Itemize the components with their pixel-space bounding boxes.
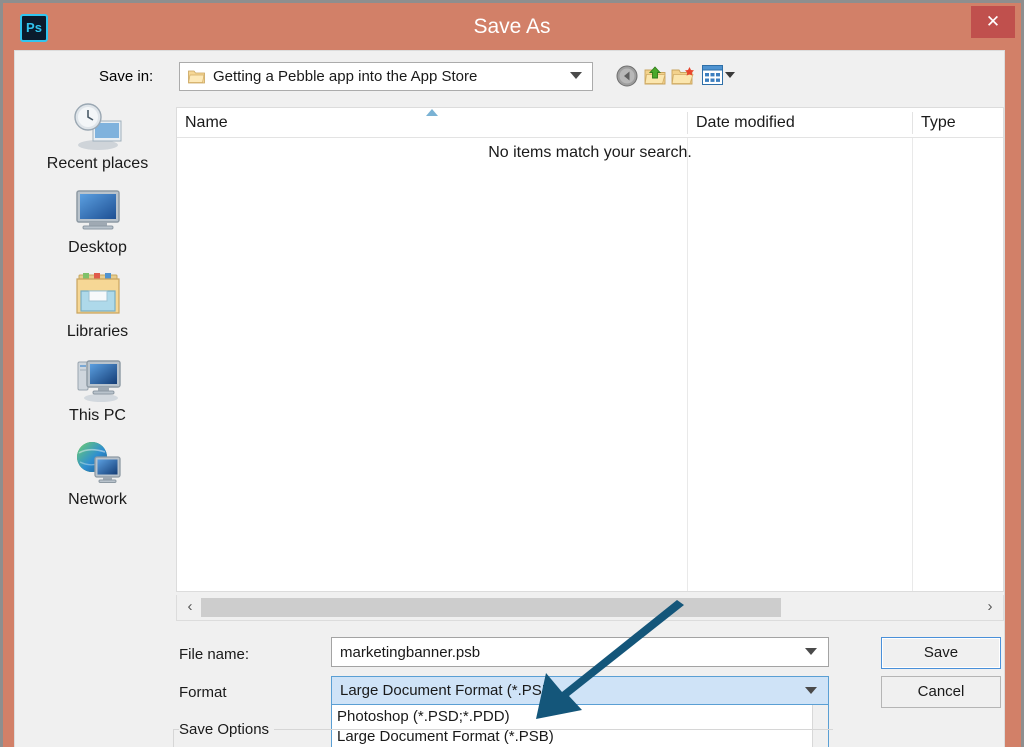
chevron-down-icon[interactable]	[805, 648, 817, 655]
this-pc-computer-icon	[25, 353, 170, 405]
scroll-left-arrow-icon[interactable]: ‹	[179, 595, 201, 619]
close-button[interactable]: ✕	[971, 6, 1015, 38]
dropdown-option-large-document-format[interactable]: Large Document Format (*.PSB)	[337, 728, 554, 745]
format-label: Format	[179, 684, 227, 701]
save-in-combobox[interactable]: Getting a Pebble app into the App Store	[179, 62, 593, 91]
scrollbar-thumb[interactable]	[201, 598, 781, 617]
sidebar-item-recent-places[interactable]: Recent places	[25, 101, 170, 173]
save-as-dialog-window: Ps Save As ✕ Save in: Getting a Pebble a…	[0, 0, 1024, 747]
sidebar-item-label: This PC	[69, 407, 126, 424]
libraries-folder-icon	[25, 269, 170, 321]
save-in-value: Getting a Pebble app into the App Store	[213, 68, 478, 85]
column-header-date-modified[interactable]: Date modified	[688, 108, 912, 138]
folder-up-icon[interactable]	[644, 65, 666, 87]
sidebar-item-desktop[interactable]: Desktop	[25, 185, 170, 257]
save-button[interactable]: Save	[881, 637, 1001, 669]
file-name-label: File name:	[179, 646, 250, 663]
empty-list-message: No items match your search.	[488, 144, 692, 161]
dropdown-option-photoshop[interactable]: Photoshop (*.PSD;*.PDD)	[337, 708, 510, 725]
sidebar-item-network[interactable]: Network	[25, 437, 170, 509]
folder-icon	[188, 70, 205, 84]
horizontal-scrollbar[interactable]: ‹ ›	[176, 595, 1004, 621]
file-list-header: Name Date modified Type	[177, 108, 1003, 138]
column-grid-line	[687, 138, 688, 591]
file-list[interactable]: Name Date modified Type No items match y…	[176, 107, 1004, 592]
sidebar-item-label: Desktop	[68, 239, 127, 256]
dropdown-scrollbar[interactable]	[812, 705, 828, 747]
column-header-type[interactable]: Type	[913, 108, 1003, 138]
sidebar-item-label: Network	[68, 491, 127, 508]
network-globe-icon	[25, 437, 170, 489]
places-bar: Recent places Desktop Libraries This PC …	[25, 101, 170, 641]
format-dropdown-list[interactable]: Photoshop (*.PSD;*.PDD) Large Document F…	[331, 705, 829, 747]
desktop-monitor-icon	[25, 185, 170, 237]
sidebar-item-this-pc[interactable]: This PC	[25, 353, 170, 425]
column-grid-line	[912, 138, 913, 591]
cancel-button[interactable]: Cancel	[881, 676, 1001, 708]
view-menu-chevron-icon[interactable]	[725, 72, 735, 78]
format-value: Large Document Format (*.PSB)	[340, 682, 557, 699]
chevron-down-icon[interactable]	[805, 687, 817, 694]
title-bar: Ps Save As ✕	[3, 3, 1021, 53]
save-options-group-label: Save Options	[179, 721, 275, 738]
sidebar-item-label: Libraries	[66, 323, 129, 340]
back-arrow-icon[interactable]	[616, 65, 638, 87]
save-in-label: Save in:	[99, 68, 154, 85]
recent-places-icon	[25, 101, 170, 153]
window-title: Save As	[473, 15, 551, 38]
file-name-value: marketingbanner.psb	[340, 644, 481, 661]
sidebar-item-libraries[interactable]: Libraries	[25, 269, 170, 341]
sort-ascending-icon	[426, 109, 438, 116]
view-grid-icon[interactable]	[702, 65, 723, 85]
new-folder-icon[interactable]	[671, 65, 695, 87]
sidebar-item-label: Recent places	[46, 155, 149, 172]
file-name-input[interactable]: marketingbanner.psb	[331, 637, 829, 667]
format-combobox[interactable]: Large Document Format (*.PSB)	[331, 676, 829, 705]
chevron-down-icon	[570, 72, 582, 79]
save-options-group-edge	[173, 729, 174, 747]
scroll-right-arrow-icon[interactable]: ›	[979, 595, 1001, 619]
